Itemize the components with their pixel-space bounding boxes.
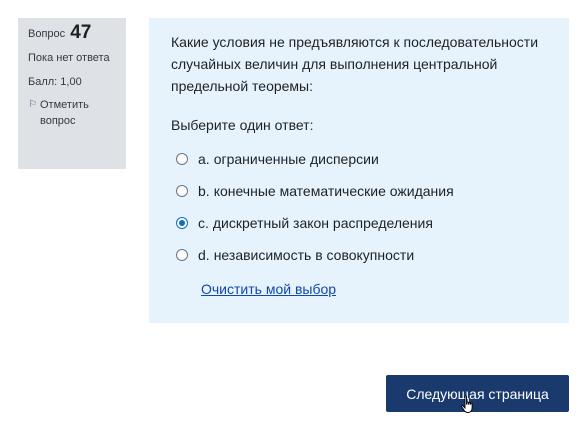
question-text: Какие условия не предъявляются к последо… (171, 34, 539, 94)
flag-label: Отметить вопрос (40, 99, 89, 127)
question-state: Пока нет ответа (28, 52, 110, 64)
question-number-value: 47 (70, 22, 92, 43)
hand-cursor-icon (461, 395, 473, 413)
option-letter: a. (198, 151, 210, 167)
clear-choice-link[interactable]: Очистить мой выбор (201, 281, 336, 297)
question-label: Вопрос (28, 28, 66, 40)
answer-option-a[interactable]: a. ограниченные дисперсии (171, 143, 549, 175)
radio-button-a[interactable] (176, 153, 188, 165)
question-info-panel: Вопрос 47 Пока нет ответа Балл: 1,00 ⚐ О… (18, 18, 126, 169)
question-grade: Балл: 1,00 (28, 76, 82, 88)
radio-button-b[interactable] (176, 185, 188, 197)
answer-options: a. ограниченные дисперсии b. конечные ма… (171, 143, 549, 271)
radio-button-d[interactable] (176, 249, 188, 261)
option-text: конечные математические ожидания (213, 183, 454, 199)
question-content: Какие условия не предъявляются к последо… (149, 18, 569, 323)
option-text: дискретный закон распределения (212, 215, 433, 231)
flag-question-link[interactable]: ⚐ Отметить вопрос (28, 97, 117, 129)
option-letter: c. (198, 215, 209, 231)
radio-button-c[interactable] (176, 217, 188, 229)
flag-icon: ⚐ (28, 99, 37, 110)
question-number: Вопрос 47 (28, 22, 117, 43)
option-text: независимость в совокупности (213, 247, 415, 263)
answer-option-b[interactable]: b. конечные математические ожидания (171, 175, 549, 207)
option-letter: b. (198, 183, 210, 199)
answer-prompt: Выберите один ответ: (171, 117, 314, 133)
answer-option-d[interactable]: d. независимость в совокупности (171, 239, 549, 271)
option-text: ограниченные дисперсии (213, 151, 379, 167)
next-page-button[interactable]: Следующая страница (386, 375, 569, 412)
option-letter: d. (198, 247, 210, 263)
answer-option-c[interactable]: c. дискретный закон распределения (171, 207, 549, 239)
